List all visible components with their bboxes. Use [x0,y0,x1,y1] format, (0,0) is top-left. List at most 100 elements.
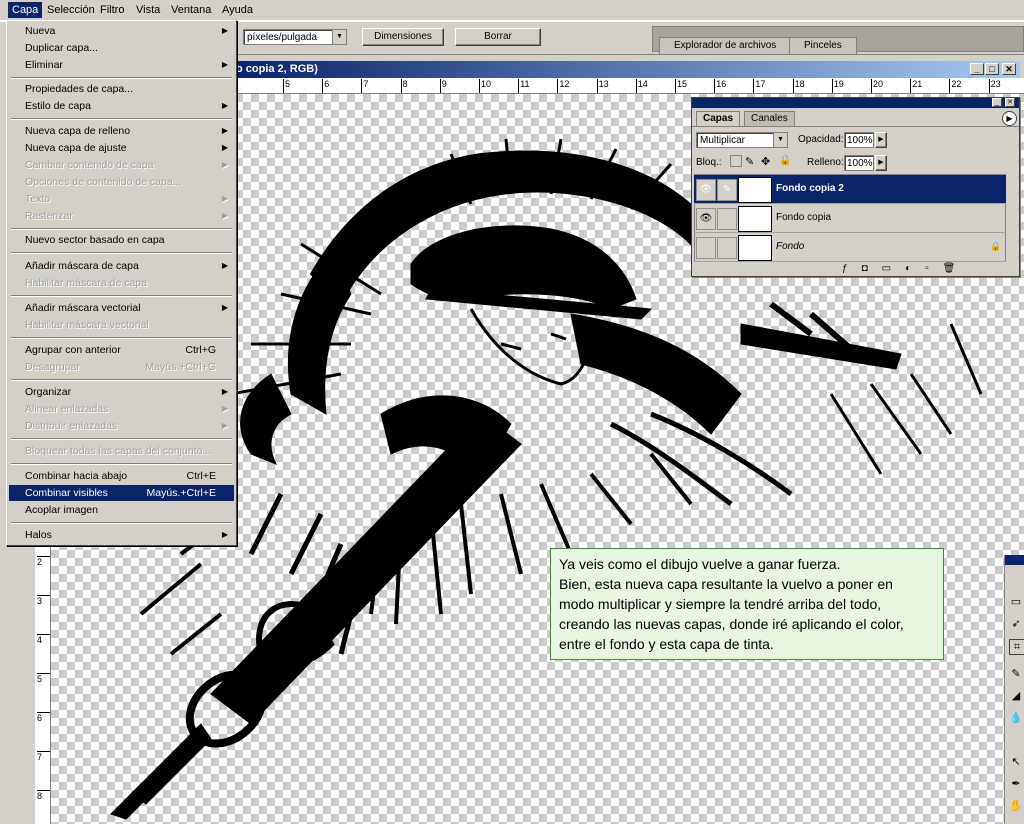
menu-filtro[interactable]: Filtro [96,2,128,18]
menu-item-habilitar-mascara-capa: Habilitar máscara de capa [25,277,147,289]
menu-item-alinear-enlazadas: Alinear enlazadas ▶ [25,403,228,415]
menu-item-halos[interactable]: Halos ▶ [9,527,234,543]
ruler-tick-label: 6 [37,712,50,723]
tab-brushes[interactable]: Pinceles [789,37,857,54]
lock-move-icon[interactable]: ✥ [761,155,770,168]
ruler-tick-label: 11 [518,79,530,93]
brush-icon[interactable]: ✎ [717,179,737,201]
menu-item-nueva-capa-de-relleno[interactable]: Nueva capa de relleno ▶ [9,123,234,139]
menu-item-combinar-hacia-abajo[interactable]: Combinar hacia abajo Ctrl+E [9,468,234,484]
opacity-field[interactable]: 100% [844,132,874,148]
ruler-tick-label: 7 [37,751,50,762]
pen-icon[interactable]: ✒ [1009,777,1023,791]
menu-vista[interactable]: Vista [132,2,164,18]
panel-minimize-icon[interactable]: _ [992,98,1002,107]
dimensions-button[interactable]: Dimensiones [362,28,444,46]
clear-button[interactable]: Borrar [455,28,541,46]
maximize-icon[interactable]: □ [985,63,999,75]
menu-ventana[interactable]: Ventana [167,2,215,18]
brush-tool-icon[interactable]: ✎ [1009,667,1023,681]
menu-item-acoplar-imagen[interactable]: Acoplar imagen [9,502,234,518]
menu-item-nuevo-sector[interactable]: Nuevo sector basado en capa [9,232,234,248]
layer-row-fondo-copia-2[interactable]: 👁 ✎ Fondo copia 2 [694,175,1006,204]
menu-item-combinar-visibles[interactable]: Combinar visibles Mayús.+Ctrl+E [9,485,234,501]
eye-slot[interactable] [696,237,716,259]
menu-seleccion[interactable]: Selección [43,2,99,18]
folder-icon[interactable]: ▭ [882,263,905,274]
submenu-arrow-icon: ▶ [221,160,228,169]
layer-thumbnail [738,206,772,232]
layers-panel: _ ✕ Capas Canales ▶ Multiplicar ▼ Opacid… [691,97,1020,277]
opacity-slider-button[interactable]: ▶ [875,132,887,148]
blend-mode-select[interactable]: Multiplicar ▼ [696,132,788,148]
lasso-icon[interactable]: ➶ [1009,617,1023,631]
fill-slider-button[interactable]: ▶ [875,155,887,171]
trash-icon[interactable]: 🗑 [943,263,970,274]
adjustment-icon[interactable]: ◐ [905,263,925,274]
mask-icon[interactable]: ◘ [862,263,882,274]
menu-separator [11,252,232,254]
crop-icon[interactable]: ⌗ [1009,639,1024,655]
annotation-note: Ya veis como el dibujo vuelve a ganar fu… [550,548,944,660]
layer-name: Fondo copia 2 [776,183,844,194]
ruler-tick-label: 19 [831,79,844,93]
submenu-arrow-icon: ▶ [221,530,228,539]
menu-capa[interactable]: Capa [8,2,43,18]
menu-item-estilo-de-capa[interactable]: Estilo de capa ▶ [9,98,234,114]
ruler-tick-label: 12 [557,79,569,93]
lock-brush-icon[interactable]: ✎ [745,155,754,168]
menu-item-nueva-capa-de-ajuste[interactable]: Nueva capa de ajuste ▶ [9,140,234,156]
ruler-tick-label: 17 [753,79,765,93]
note-line: creando las nuevas capas, donde iré apli… [559,616,904,632]
menu-item-duplicar-capa[interactable]: Duplicar capa... [9,40,234,56]
eye-icon[interactable]: 👁 [696,208,716,230]
menu-separator [11,77,232,79]
layer-style-icon[interactable]: ƒ [842,263,862,274]
menu-item-agrupar-con-anterior[interactable]: Agrupar con anterior Ctrl+G [9,342,234,358]
eraser-icon[interactable]: ◢ [1009,689,1023,703]
menu-item-nueva[interactable]: Nueva ▶ [9,23,234,39]
menu-item-rasterizar: Rasterizar ▶ [25,210,228,222]
chevron-down-icon: ▼ [773,133,787,147]
lock-transparency-icon[interactable] [730,155,742,167]
lock-all-icon[interactable]: 🔒 [779,155,791,166]
tab-layers[interactable]: Capas [696,111,741,126]
marquee-icon[interactable]: ▭ [1009,595,1023,609]
blur-icon[interactable]: 💧 [1009,711,1023,725]
menu-item-texto: Texto ▶ [25,193,228,205]
menu-item-organizar[interactable]: Organizar ▶ [9,384,234,400]
layer-row-fondo-copia[interactable]: 👁 Fondo copia [694,204,1006,233]
minimize-icon[interactable]: _ [970,63,984,75]
link-slot[interactable] [717,237,737,259]
note-line: entre el fondo y esta capa de tinta. [559,636,774,652]
panel-close-icon[interactable]: ✕ [1005,98,1015,107]
tab-channels[interactable]: Canales [744,111,795,126]
panel-menu-icon[interactable]: ▶ [1002,111,1017,126]
layer-row-fondo[interactable]: Fondo 🔒 [694,233,1006,262]
close-icon[interactable]: ✕ [1002,63,1016,75]
fill-label: Relleno: [807,157,844,168]
menu-ayuda[interactable]: Ayuda [218,2,257,18]
menu-item-anadir-mascara-capa[interactable]: Añadir máscara de capa ▶ [9,258,234,274]
menubar: Capa Selección Filtro Vista Ventana Ayud… [0,0,1024,21]
submenu-arrow-icon: ▶ [221,126,228,135]
new-layer-icon[interactable]: ▫ [925,263,943,274]
submenu-arrow-icon: ▶ [221,387,228,396]
submenu-arrow-icon: ▶ [221,60,228,69]
submenu-arrow-icon: ▶ [221,211,228,220]
submenu-arrow-icon: ▶ [221,303,228,312]
units-select[interactable]: píxeles/pulgada ▼ [243,29,347,45]
submenu-arrow-icon: ▶ [221,421,228,430]
fill-field[interactable]: 100% [844,155,874,171]
move-icon[interactable]: ↖ [1009,755,1023,769]
menu-item-cambiar-contenido: Cambiar contenido de capa ▶ [25,159,228,171]
menu-item-anadir-mascara-vectorial[interactable]: Añadir máscara vectorial ▶ [9,300,234,316]
layer-name: Fondo copia [776,212,832,223]
menu-item-propiedades-de-capa[interactable]: Propiedades de capa... [9,81,234,97]
menu-item-eliminar[interactable]: Eliminar ▶ [9,57,234,73]
ruler-tick-label: 7 [361,79,368,93]
eye-icon[interactable]: 👁 [696,179,716,201]
hand-icon[interactable]: ✋ [1009,799,1023,813]
tab-file-browser[interactable]: Explorador de archivos [659,37,792,54]
link-slot[interactable] [717,208,737,230]
